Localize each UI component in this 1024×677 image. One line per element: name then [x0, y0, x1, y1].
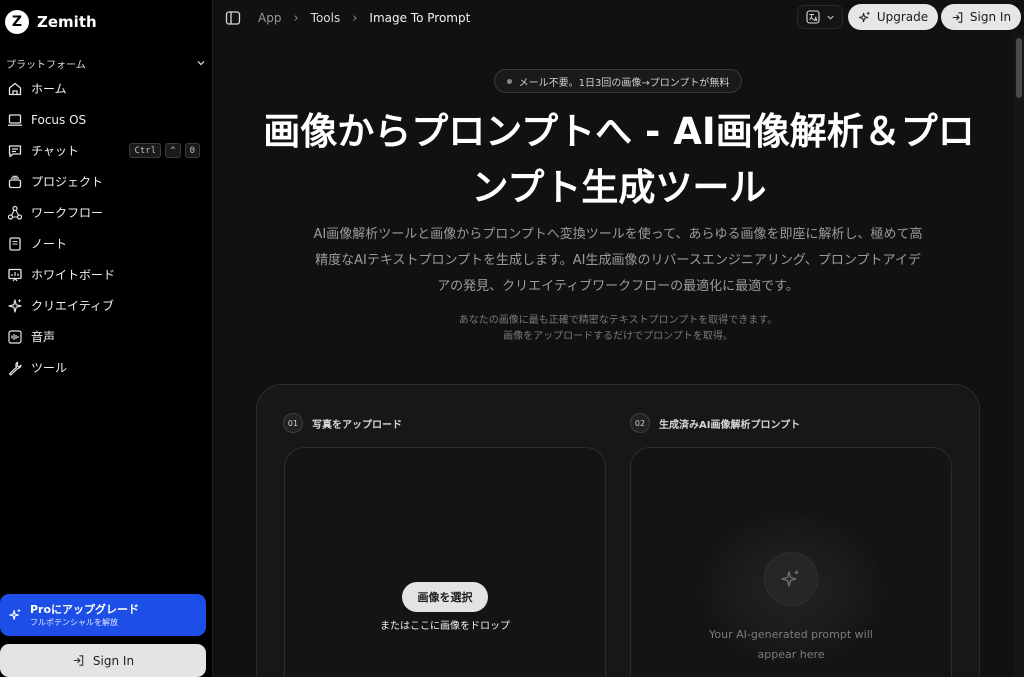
chat-shortcut: Ctrl ^ 0: [129, 143, 200, 158]
step-label: 生成済みAI画像解析プロンプト: [659, 419, 801, 431]
login-icon: [73, 655, 84, 666]
sidebar-item-chat[interactable]: チャット Ctrl ^ 0: [0, 135, 212, 166]
sidebar-item-label: ホーム: [31, 82, 67, 96]
breadcrumb: App › Tools › Image To Prompt: [258, 10, 470, 26]
sidebar-item-workflow[interactable]: ワークフロー: [0, 197, 212, 228]
output-placeholder-text: Your AI-generated prompt will appear her…: [709, 628, 873, 661]
brand[interactable]: Z Zemith: [5, 9, 97, 35]
scrollbar-thumb[interactable]: [1016, 38, 1022, 98]
language-selector[interactable]: [797, 5, 843, 29]
drop-hint: またはここに画像をドロップ: [380, 621, 510, 632]
breadcrumb-app[interactable]: App: [258, 11, 281, 25]
sidebar-item-label: プロジェクト: [31, 175, 104, 189]
shortcut-key: Ctrl: [129, 143, 162, 158]
upload-dropzone[interactable]: [284, 447, 606, 677]
sparkles-icon: [8, 298, 22, 313]
step-number: 02: [630, 413, 650, 433]
chevron-right-icon: ›: [293, 10, 299, 26]
sidebar-item-label: ワークフロー: [31, 206, 104, 220]
step-upload: 01 写真をアップロード: [283, 413, 402, 433]
sidebar-item-label: クリエイティブ: [31, 299, 115, 313]
section-label: プラットフォーム: [6, 59, 86, 71]
workflow-icon: [7, 205, 23, 220]
pro-card-text: Proにアップグレード フルポテンシャルを解放: [30, 603, 139, 628]
sidebar-item-notes[interactable]: ノート: [0, 228, 212, 259]
home-icon: [8, 82, 22, 95]
sidebar-item-projects[interactable]: プロジェクト: [0, 166, 212, 197]
sign-in-label: Sign In: [92, 653, 135, 668]
note-line: あなたの画像に最も正確で精密なテキストプロンプトを取得できます。: [458, 315, 778, 326]
platform-section-toggle[interactable]: プラットフォーム: [6, 55, 206, 71]
dot-icon: [506, 78, 512, 84]
badge-text: メール不要。1日3回の画像→プロンプトが無料: [518, 77, 730, 89]
sidebar-item-label: チャット: [31, 144, 79, 158]
upgrade-label: Upgrade: [876, 10, 929, 24]
shortcut-key: ^: [165, 143, 181, 158]
chevron-right-icon: ›: [352, 10, 358, 26]
upgrade-to-pro-card[interactable]: Proにアップグレード フルポテンシャルを解放: [0, 594, 206, 636]
note-line: 画像をアップロードするだけでプロンプトを取得。: [503, 331, 733, 342]
audio-wave-icon: [8, 329, 22, 344]
sidebar-toggle-icon[interactable]: [225, 10, 241, 26]
sidebar: Z Zemith プラットフォーム ホーム Focus OS チャット Ctrl…: [0, 0, 213, 677]
sidebar-item-home[interactable]: ホーム: [0, 73, 212, 104]
breadcrumb-current: Image To Prompt: [369, 11, 471, 25]
sidebar-item-label: ホワイトボード: [31, 268, 116, 282]
sparkles-icon: [858, 11, 870, 22]
folder-stack-icon: [8, 175, 22, 188]
top-bar: App › Tools › Image To Prompt Upgrade Si…: [213, 0, 1024, 35]
breadcrumb-tools[interactable]: Tools: [311, 11, 341, 25]
zemith-logo-icon: Z: [5, 10, 29, 34]
app-name: Zemith: [37, 13, 97, 31]
page-note: あなたの画像に最も正確で精密なテキストプロンプトを取得できます。 画像をアップロ…: [400, 313, 836, 345]
sparkles-icon: [9, 609, 21, 620]
wrench-icon: [8, 361, 22, 376]
sidebar-item-focus-os[interactable]: Focus OS: [0, 104, 212, 135]
sidebar-item-creative[interactable]: クリエイティブ: [0, 290, 212, 321]
sparkles-icon: [781, 570, 799, 587]
pro-card-title: Proにアップグレード: [30, 602, 140, 616]
sidebar-item-label: 音声: [31, 330, 56, 344]
sidebar-item-tools[interactable]: ツール: [0, 352, 212, 383]
sidebar-item-label: Focus OS: [31, 112, 87, 127]
upgrade-button[interactable]: Upgrade: [848, 4, 938, 30]
laptop-icon: [8, 113, 22, 126]
notebook-icon: [9, 236, 21, 251]
output-placeholder-badge: [764, 552, 818, 606]
sidebar-sign-in-button[interactable]: Sign In: [0, 644, 206, 677]
chevron-down-icon: [826, 15, 834, 20]
choose-image-button[interactable]: 画像を選択: [402, 582, 488, 612]
sidebar-item-label: ノート: [31, 237, 68, 251]
sidebar-item-whiteboard[interactable]: ホワイトボード: [0, 259, 212, 290]
page-title: 画像からプロンプトへ - AI画像解析＆プロンプト生成ツール: [263, 110, 975, 209]
sign-in-label: Sign In: [969, 10, 1012, 24]
sidebar-item-audio[interactable]: 音声: [0, 321, 212, 352]
sidebar-nav: ホーム Focus OS チャット Ctrl ^ 0 プロジェクト ワークフロー…: [0, 73, 212, 383]
chevron-down-icon: [197, 61, 205, 66]
free-usage-badge: メール不要。1日3回の画像→プロンプトが無料: [494, 69, 742, 93]
shortcut-key: 0: [184, 143, 200, 158]
sign-in-button[interactable]: Sign In: [941, 4, 1021, 30]
translate-icon: [805, 10, 820, 24]
step-label: 写真をアップロード: [312, 419, 402, 431]
pro-card-subtitle: フルポテンシャルを解放: [30, 617, 118, 627]
chat-icon: [8, 144, 22, 157]
page-description: AI画像解析ツールと画像からプロンプトへ変換ツールを使って、あらゆる画像を即座に…: [313, 227, 923, 294]
step-result: 02 生成済みAI画像解析プロンプト: [630, 413, 800, 433]
scrollbar[interactable]: [1014, 35, 1024, 677]
sidebar-item-label: ツール: [31, 361, 68, 375]
step-number: 01: [283, 413, 303, 433]
whiteboard-icon: [8, 268, 22, 281]
login-icon: [952, 11, 963, 23]
